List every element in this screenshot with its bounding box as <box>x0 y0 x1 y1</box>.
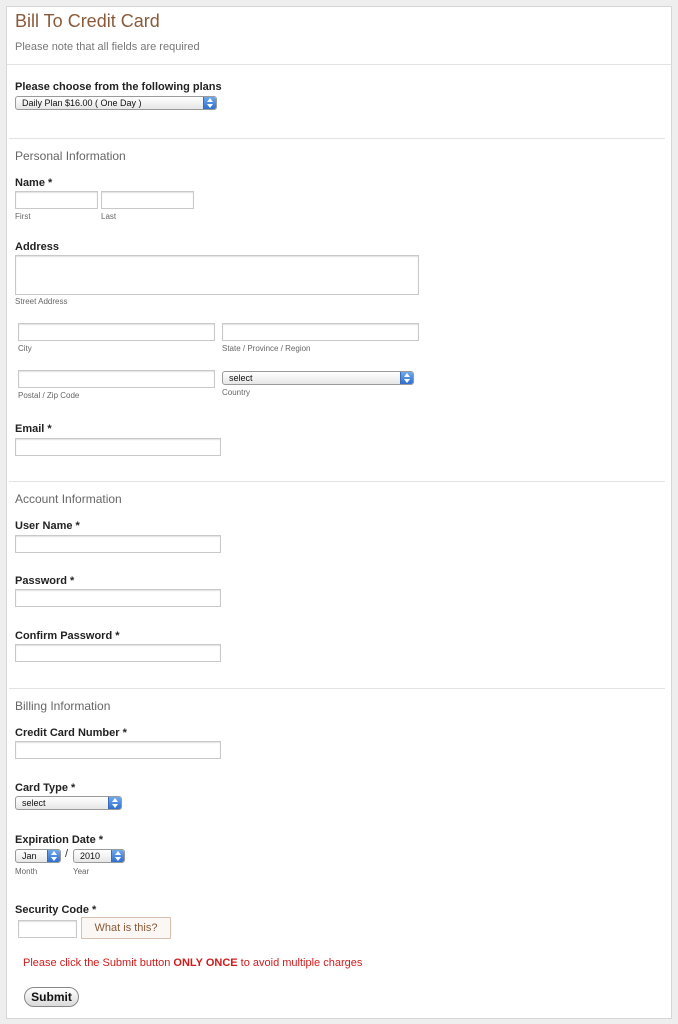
plan-divider <box>9 138 665 139</box>
street-address-input[interactable] <box>15 255 419 295</box>
country-select-value: select <box>229 373 253 383</box>
expiration-month-select[interactable]: Jan <box>15 849 61 863</box>
personal-divider <box>9 481 665 482</box>
first-name-sublabel: First <box>15 212 31 221</box>
credit-card-label: Credit Card Number * <box>15 727 127 739</box>
email-label: Email * <box>15 423 52 435</box>
card-type-label: Card Type * <box>15 782 76 794</box>
card-type-select[interactable]: select <box>15 796 122 810</box>
card-type-select-value: select <box>22 798 46 808</box>
password-label: Password * <box>15 575 75 587</box>
submit-notice: Please click the Submit button ONLY ONCE… <box>23 957 363 969</box>
submit-button[interactable]: Submit <box>24 987 79 1007</box>
city-sublabel: City <box>18 344 32 353</box>
month-sublabel: Month <box>15 867 38 876</box>
first-name-input[interactable] <box>15 191 98 209</box>
plan-select[interactable]: Daily Plan $16.00 ( One Day ) <box>15 96 217 110</box>
select-arrows-icon <box>400 372 413 384</box>
year-select-value: 2010 <box>80 851 101 861</box>
expiration-label: Expiration Date * <box>15 834 104 846</box>
email-input[interactable] <box>15 438 221 456</box>
security-code-input[interactable] <box>18 920 77 938</box>
last-name-sublabel: Last <box>101 212 117 221</box>
postal-code-sublabel: Postal / Zip Code <box>18 391 80 400</box>
city-input[interactable] <box>18 323 215 341</box>
account-divider <box>9 688 665 689</box>
state-sublabel: State / Province / Region <box>222 344 311 353</box>
page-title: Bill To Credit Card <box>15 11 160 31</box>
month-select-value: Jan <box>22 851 37 861</box>
select-arrows-icon <box>108 797 121 809</box>
confirm-password-input[interactable] <box>15 644 221 662</box>
credit-card-input[interactable] <box>15 741 221 759</box>
name-label: Name * <box>15 177 53 189</box>
expiration-year-select[interactable]: 2010 <box>73 849 125 863</box>
section-personal-title: Personal Information <box>15 149 126 163</box>
section-billing-title: Billing Information <box>15 699 111 713</box>
security-code-label: Security Code * <box>15 904 97 916</box>
password-input[interactable] <box>15 589 221 607</box>
select-arrows-icon <box>203 97 216 109</box>
state-input[interactable] <box>222 323 419 341</box>
select-arrows-icon <box>47 850 60 862</box>
username-input[interactable] <box>15 535 221 553</box>
form-panel: Bill To Credit Card Please note that all… <box>6 6 672 1019</box>
header-divider <box>7 64 671 65</box>
plan-select-value: Daily Plan $16.00 ( One Day ) <box>22 98 142 108</box>
postal-code-input[interactable] <box>18 370 215 388</box>
section-account-title: Account Information <box>15 492 122 506</box>
page-subtitle: Please note that all fields are required <box>15 41 200 53</box>
country-select[interactable]: select <box>222 371 414 385</box>
year-sublabel: Year <box>73 867 90 876</box>
plan-label: Please choose from the following plans <box>15 81 222 93</box>
select-arrows-icon <box>111 850 124 862</box>
expiration-separator: / <box>65 848 69 860</box>
address-label: Address <box>15 241 60 253</box>
username-label: User Name * <box>15 520 80 532</box>
confirm-password-label: Confirm Password * <box>15 630 120 642</box>
last-name-input[interactable] <box>101 191 194 209</box>
street-address-sublabel: Street Address <box>15 297 68 306</box>
security-code-help-button[interactable]: What is this? <box>81 917 171 939</box>
country-sublabel: Country <box>222 388 251 397</box>
